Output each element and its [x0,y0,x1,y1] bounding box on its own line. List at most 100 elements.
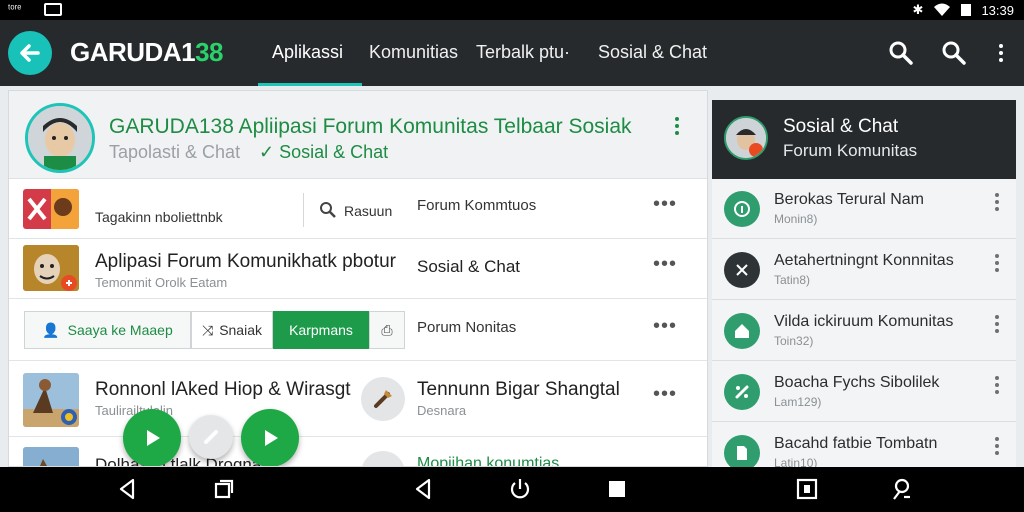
back-triangle-icon[interactable] [412,477,434,501]
play-button[interactable] [123,409,181,466]
bluetooth-icon: ✱ [912,2,924,17]
sidebar: Sosial & Chat Forum Komunitas Berokas Te… [712,100,1016,467]
app-thumbnail [23,447,79,466]
list-item[interactable]: Aplipasi Forum Komunikhatk pbotur Temonm… [9,239,707,299]
tools-icon[interactable] [361,377,405,421]
save-to-map-button-label: Saaya ke Maaep [67,322,173,338]
document-icon [724,435,760,467]
status-time: 13:39 [981,2,1014,18]
community-icon [724,252,760,288]
more-vert-icon[interactable] [674,117,680,137]
sidebar-item-subtitle: Lam129) [774,395,822,409]
search-icon[interactable] [941,40,967,66]
info-icon [724,191,760,227]
more-vert-icon[interactable] [994,437,1000,457]
play-button[interactable] [241,409,299,466]
list-item-right: Porum Nonitas [417,319,517,336]
list-item-title: Tagakinn nboliettnbk [95,209,223,225]
tab-terbaik[interactable]: Terbalk ptu· [476,42,570,63]
more-horiz-icon[interactable]: ••• [653,193,677,216]
sidebar-item-subtitle: Toin32) [774,334,814,348]
sidebar-item[interactable]: Berokas Terural Nam Monin8) [712,179,1016,239]
app-brand: GARUDA138 [70,37,223,68]
search-icon[interactable] [888,40,914,66]
sidebar-item-subtitle: Monin8) [774,212,818,226]
stop-square-icon[interactable] [607,479,627,499]
action-row: 👤 Saaya ke Maaep ⤨ Snaiak Karpmans ⎙ Porum… [9,299,707,361]
list-item[interactable]: Ronnonl lAked Hiop & Wirasgt Taulirailtu… [9,361,707,437]
avatar[interactable] [724,116,768,160]
sidebar-item[interactable]: Vilda ickiruum Komunitas Toin32) [712,301,1016,361]
link-icon [724,374,760,410]
active-tab-indicator [258,83,362,86]
tab-komunitas[interactable]: Komunitias [369,42,458,63]
tab-sosial-chat[interactable]: Sosial & Chat [598,42,707,63]
list-item-title: Ronnonl lAked Hiop & Wirasgt [95,379,351,400]
back-triangle-icon[interactable] [116,477,138,501]
app-bar: GARUDA138 Aplikassi Komunitias Terbalk p… [0,20,1024,86]
more-vert-icon[interactable] [994,376,1000,396]
list-item-right-subtitle: Desnara [417,403,467,418]
recents-icon[interactable] [212,477,236,501]
save-to-map-button[interactable]: 👤 Saaya ke Maaep [24,311,191,349]
search-icon[interactable] [319,201,337,219]
divider [303,193,304,227]
shuffle-icon: ⤨ [201,321,214,338]
sidebar-item[interactable]: Aetahertningnt Konnnitas Tatin8) [712,240,1016,300]
link-button[interactable] [189,415,233,459]
list-item-tag: Rasuun [344,203,393,219]
more-vert-icon[interactable] [994,315,1000,335]
more-vert-icon[interactable] [994,193,1000,213]
apps-icon[interactable] [795,477,819,501]
sidebar-item-title: Vilda ickiruum Komunitas [774,313,954,330]
sidebar-item[interactable]: Bacahd fatbie Tombatn Latin10) [712,423,1016,467]
avatar[interactable] [361,451,405,466]
tab-aplikasi[interactable]: Aplikassi [272,42,343,63]
join-button[interactable]: Karpmans [273,311,369,349]
profile-category: ✓ Sosial & Chat [259,142,388,163]
sidebar-item-subtitle: Latin10) [774,456,818,467]
list-item-right: Mopiihan konumtias [417,455,560,467]
home-icon [724,313,760,349]
share-button-label: Snaiak [219,322,262,338]
more-horiz-icon[interactable]: ••• [653,253,677,276]
back-arrow-icon[interactable] [8,31,52,75]
brand-number: 38 [195,37,223,67]
status-bar: ᵗᵒʳᵉ ✱ 13:39 [0,0,1024,20]
battery-icon [961,4,972,16]
list-item-right: Forum Kommtuos [417,197,537,214]
system-nav-bar [0,467,1024,512]
more-vert-icon[interactable] [994,254,1000,274]
sidebar-item-title: Boacha Fychs Sibolilek [774,374,940,391]
share-button[interactable]: ⤨ Snaiak [191,311,273,349]
user-icon[interactable] [890,477,914,501]
sidebar-item-title: Berokas Terural Nam [774,191,924,208]
brand-main: GARUDA1 [70,37,196,67]
sidebar-item-subtitle: Tatin8) [774,273,811,287]
avatar[interactable] [25,103,95,173]
verified-icon: ✓ [259,142,280,162]
profile-header: GARUDA138 Apliipasi Forum Komunitas Telb… [9,91,707,179]
app-thumbnail [23,189,79,229]
more-horiz-icon[interactable]: ••• [653,315,677,338]
profile-category-label: Sosial & Chat [279,142,389,162]
app-thumbnail [23,373,79,427]
sidebar-header: Sosial & Chat Forum Komunitas [712,100,1016,179]
more-vert-icon[interactable] [998,44,1004,64]
list-item-right: Sosial & Chat [417,257,520,276]
user-icon: 👤 [42,321,60,338]
image-icon [44,3,62,16]
list-item[interactable]: Tagakinn nboliettnbk Rasuun Forum Kommtu… [9,179,707,239]
app-thumbnail [23,245,79,291]
sidebar-title: Sosial & Chat [783,116,899,137]
sidebar-subtitle: Forum Komunitas [783,141,918,160]
list-item-right: Tennunn Bigar Shangtal [417,379,620,400]
power-icon[interactable] [508,477,532,501]
status-left-text: ᵗᵒʳᵉ [8,3,22,15]
main-panel: GARUDA138 Apliipasi Forum Komunitas Telb… [8,90,708,467]
page-title: GARUDA138 Apliipasi Forum Komunitas Telb… [109,115,632,138]
bookmark-icon[interactable]: ⎙ [369,311,405,349]
sidebar-item[interactable]: Boacha Fychs Sibolilek Lam129) [712,362,1016,422]
more-horiz-icon[interactable]: ••• [653,383,677,406]
list-item[interactable]: Dolhasoti tlalk Drognam Mopiihan konumti… [9,437,707,467]
